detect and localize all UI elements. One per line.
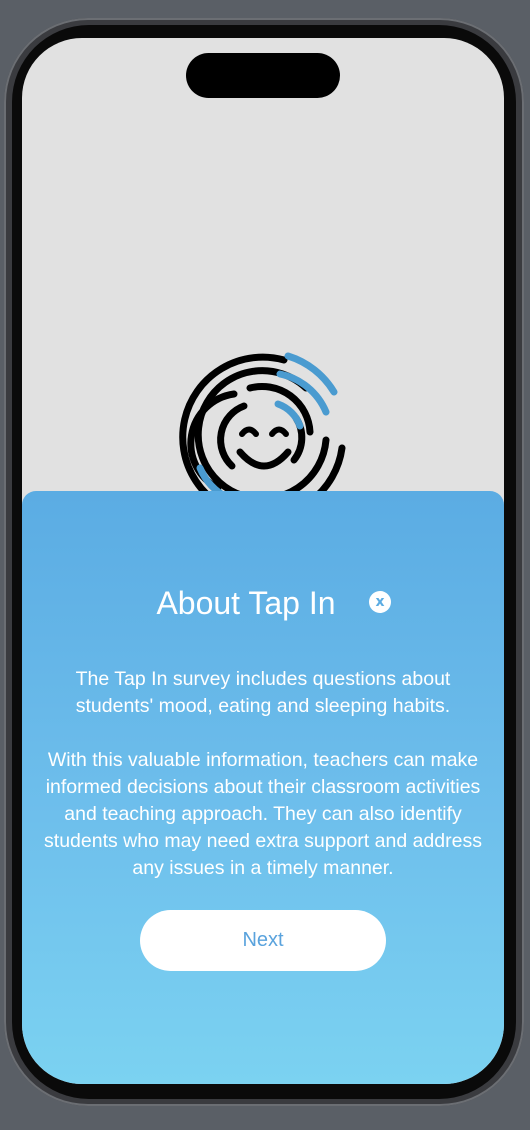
intro-line-1: The Tap In survey includes questions abo…	[75, 668, 451, 690]
sheet-header: About Tap In x	[22, 581, 504, 625]
details-line-2: informed decisions about their classroom…	[45, 776, 481, 798]
details-line-1: With this valuable information, teachers…	[47, 749, 479, 771]
details-paragraph: With this valuable information, teachers…	[22, 747, 504, 882]
details-line-5: any issues in a timely manner.	[132, 857, 394, 879]
next-button[interactable]: Next	[140, 910, 386, 971]
intro-line-2: students' mood, eating and sleeping habi…	[75, 695, 451, 717]
details-line-4: students who may need extra support and …	[44, 830, 482, 852]
close-icon[interactable]: x	[369, 591, 391, 613]
intro-paragraph: The Tap In survey includes questions abo…	[22, 666, 504, 720]
about-sheet: About Tap In x The Tap In survey include…	[22, 491, 504, 1084]
sheet-title: About Tap In	[156, 585, 336, 621]
details-line-3: and teaching approach. They can also ide…	[64, 803, 462, 825]
app-screen: About Tap In x The Tap In survey include…	[22, 38, 504, 1084]
dynamic-island	[186, 53, 340, 98]
